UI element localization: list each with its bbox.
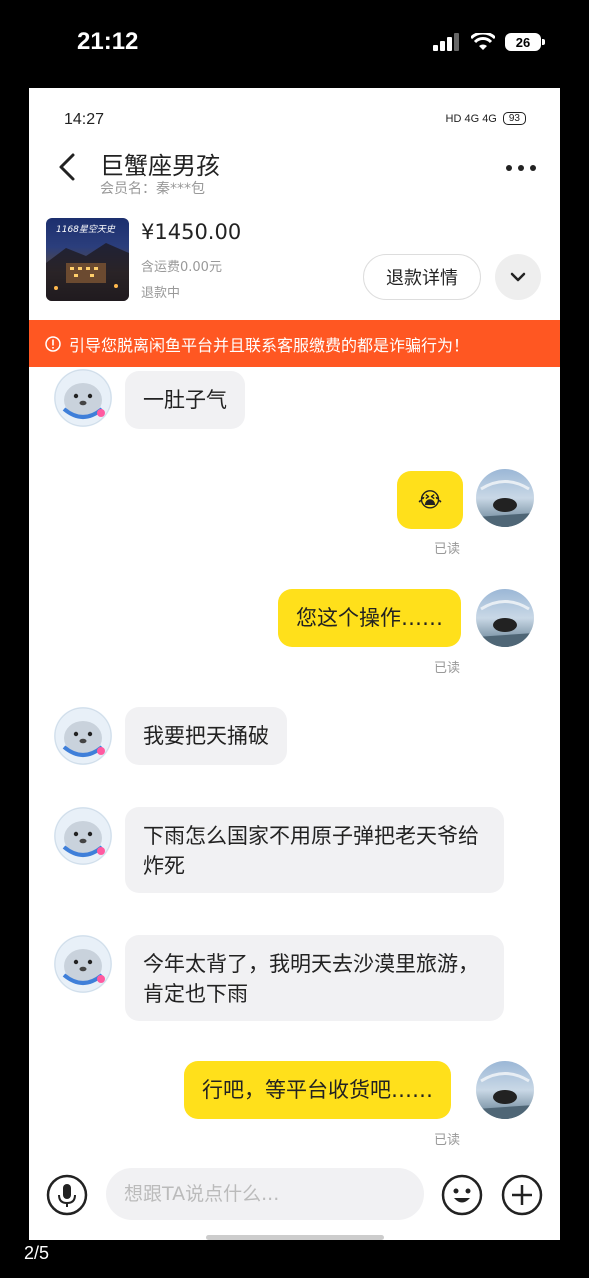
- seal-avatar-icon: [54, 369, 112, 427]
- my-avatar[interactable]: [476, 469, 534, 527]
- message-bubble[interactable]: 😭: [397, 471, 463, 529]
- skydiver-avatar-icon: [476, 480, 534, 527]
- contact-avatar[interactable]: [54, 369, 112, 427]
- read-receipt: 已读: [434, 1133, 461, 1148]
- inner-status-bar: 14:27 HD 4G 4G 93: [29, 88, 560, 128]
- my-avatar[interactable]: [476, 1061, 534, 1119]
- contact-avatar[interactable]: [54, 707, 112, 765]
- seal-avatar-icon: [54, 807, 112, 865]
- inner-battery-icon: 93: [502, 112, 526, 125]
- signal-icon: [433, 33, 459, 51]
- order-status: 退款中: [141, 286, 181, 301]
- more-options-icon[interactable]: [504, 156, 538, 180]
- expand-button[interactable]: [495, 254, 541, 300]
- message-bubble[interactable]: 一肚子气: [125, 371, 245, 429]
- inner-clock: 14:27: [64, 111, 105, 128]
- emoji-icon[interactable]: [441, 1174, 483, 1216]
- warning-text: 引导您脱离闲鱼平台并且联系客服缴费的都是诈骗行为！: [69, 335, 470, 355]
- seal-avatar-icon: [54, 935, 112, 993]
- shipping-fee: 含运费0.00元: [141, 260, 222, 275]
- chat-header: 巨蟹座男孩 会员名：秦***包: [29, 140, 560, 198]
- skydiver-avatar-icon: [476, 1072, 534, 1119]
- chevron-down-icon: [510, 272, 526, 282]
- message-bubble[interactable]: 我要把天捅破: [125, 707, 287, 765]
- message-bubble[interactable]: 今年太背了，我明天去沙漠里旅游，肯定也下雨: [125, 935, 504, 1021]
- message-bubble[interactable]: 您这个操作……: [278, 589, 461, 647]
- product-card[interactable]: 1168星空天史 ¥1450.00 含运费0.00元 退款中 退款详情: [29, 214, 560, 310]
- read-receipt: 已读: [434, 542, 461, 557]
- product-price: ¥1450.00: [141, 220, 242, 244]
- back-arrow-icon[interactable]: [53, 152, 83, 182]
- plus-icon[interactable]: [501, 1174, 543, 1216]
- message-input[interactable]: [106, 1168, 424, 1220]
- outer-status-icons: 26: [433, 33, 545, 51]
- message-bubble[interactable]: 行吧，等平台收货吧……: [184, 1061, 451, 1119]
- inner-status-icons: HD 4G 4G 93: [446, 112, 526, 125]
- contact-avatar[interactable]: [54, 807, 112, 865]
- seal-avatar-icon: [54, 707, 112, 765]
- fraud-warning-banner: 引导您脱离闲鱼平台并且联系客服缴费的都是诈骗行为！: [29, 320, 560, 367]
- contact-avatar[interactable]: [54, 935, 112, 993]
- skydiver-avatar-icon: [476, 600, 534, 647]
- refund-details-button[interactable]: 退款详情: [363, 254, 481, 300]
- my-avatar[interactable]: [476, 589, 534, 647]
- microphone-icon[interactable]: [46, 1174, 88, 1216]
- read-receipt: 已读: [434, 661, 461, 676]
- warning-icon: [45, 335, 61, 352]
- hotel-night-image: [46, 243, 129, 301]
- wifi-icon: [471, 33, 495, 50]
- battery-icon: 26: [505, 33, 545, 51]
- app-screen: 14:27 HD 4G 4G 93 巨蟹座男孩 会员名：秦***包 1168星空…: [29, 88, 560, 1240]
- home-indicator: [206, 1235, 384, 1240]
- network-indicator: HD 4G 4G: [445, 112, 497, 125]
- product-thumbnail[interactable]: 1168星空天史: [46, 218, 129, 301]
- outer-status-bar: 21:12 26: [0, 0, 589, 88]
- outer-clock: 21:12: [77, 28, 139, 55]
- message-list[interactable]: 一肚子气 😭 已读 您这个操作…… 已读 我要把天捅破 下雨怎么国家不用原子弹把…: [29, 367, 560, 1157]
- member-name: 会员名：秦***包: [100, 181, 205, 197]
- message-bubble[interactable]: 下雨怎么国家不用原子弹把老天爷给炸死: [125, 807, 504, 893]
- message-input-bar: [29, 1168, 560, 1240]
- contact-name: 巨蟹座男孩: [100, 152, 220, 180]
- page-indicator: 2/5: [24, 1243, 50, 1263]
